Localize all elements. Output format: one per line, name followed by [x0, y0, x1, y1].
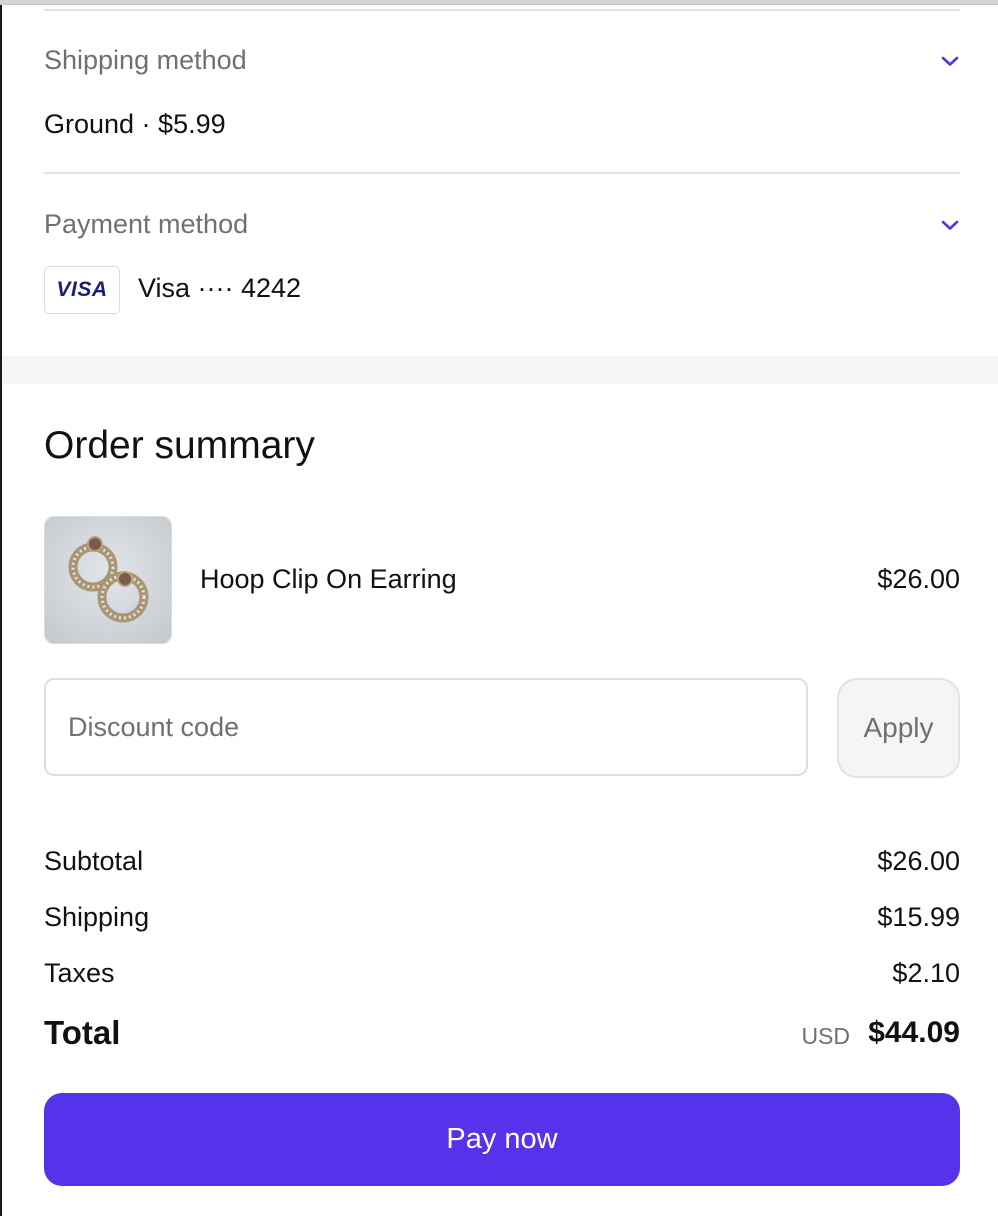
taxes-label: Taxes — [44, 958, 115, 988]
shipping-method-label: Shipping method — [44, 45, 247, 75]
shipping-cost-label: Shipping — [44, 902, 150, 932]
product-thumbnail — [44, 516, 172, 644]
product-name: Hoop Clip On Earring — [200, 564, 457, 594]
order-summary-title: Order summary — [44, 424, 315, 467]
chevron-down-icon[interactable] — [940, 218, 960, 232]
chevron-down-icon[interactable] — [940, 54, 960, 68]
divider-shipping — [44, 172, 960, 174]
total-label: Total — [44, 1014, 121, 1051]
window-left-edge — [0, 0, 2, 1216]
shipping-row: Shipping $15.99 — [44, 902, 960, 936]
visa-card-icon: VISA — [44, 266, 120, 314]
payment-method-label: Payment method — [44, 209, 249, 239]
total-value: $44.09 — [868, 1016, 960, 1049]
total-currency: USD — [801, 1023, 850, 1049]
section-separator-band — [2, 356, 998, 384]
window-top-edge — [0, 0, 998, 5]
total-row: Total USD $44.09 — [44, 1014, 960, 1054]
payment-method-value: Visa ···· 4242 — [138, 273, 302, 303]
product-price: $26.00 — [877, 564, 960, 594]
earring-image — [45, 517, 171, 643]
shipping-method-value: Ground · $5.99 — [44, 109, 226, 139]
shipping-cost-value: $15.99 — [877, 902, 960, 932]
taxes-row: Taxes $2.10 — [44, 958, 960, 992]
subtotal-row: Subtotal $26.00 — [44, 846, 960, 880]
divider-top — [44, 9, 960, 11]
visa-logo: VISA — [56, 278, 108, 301]
discount-code-input[interactable] — [44, 678, 808, 776]
taxes-value: $2.10 — [892, 958, 960, 988]
apply-discount-button[interactable]: Apply — [837, 678, 960, 778]
pay-now-button[interactable]: Pay now — [44, 1093, 960, 1186]
subtotal-label: Subtotal — [44, 846, 144, 876]
subtotal-value: $26.00 — [877, 846, 960, 876]
